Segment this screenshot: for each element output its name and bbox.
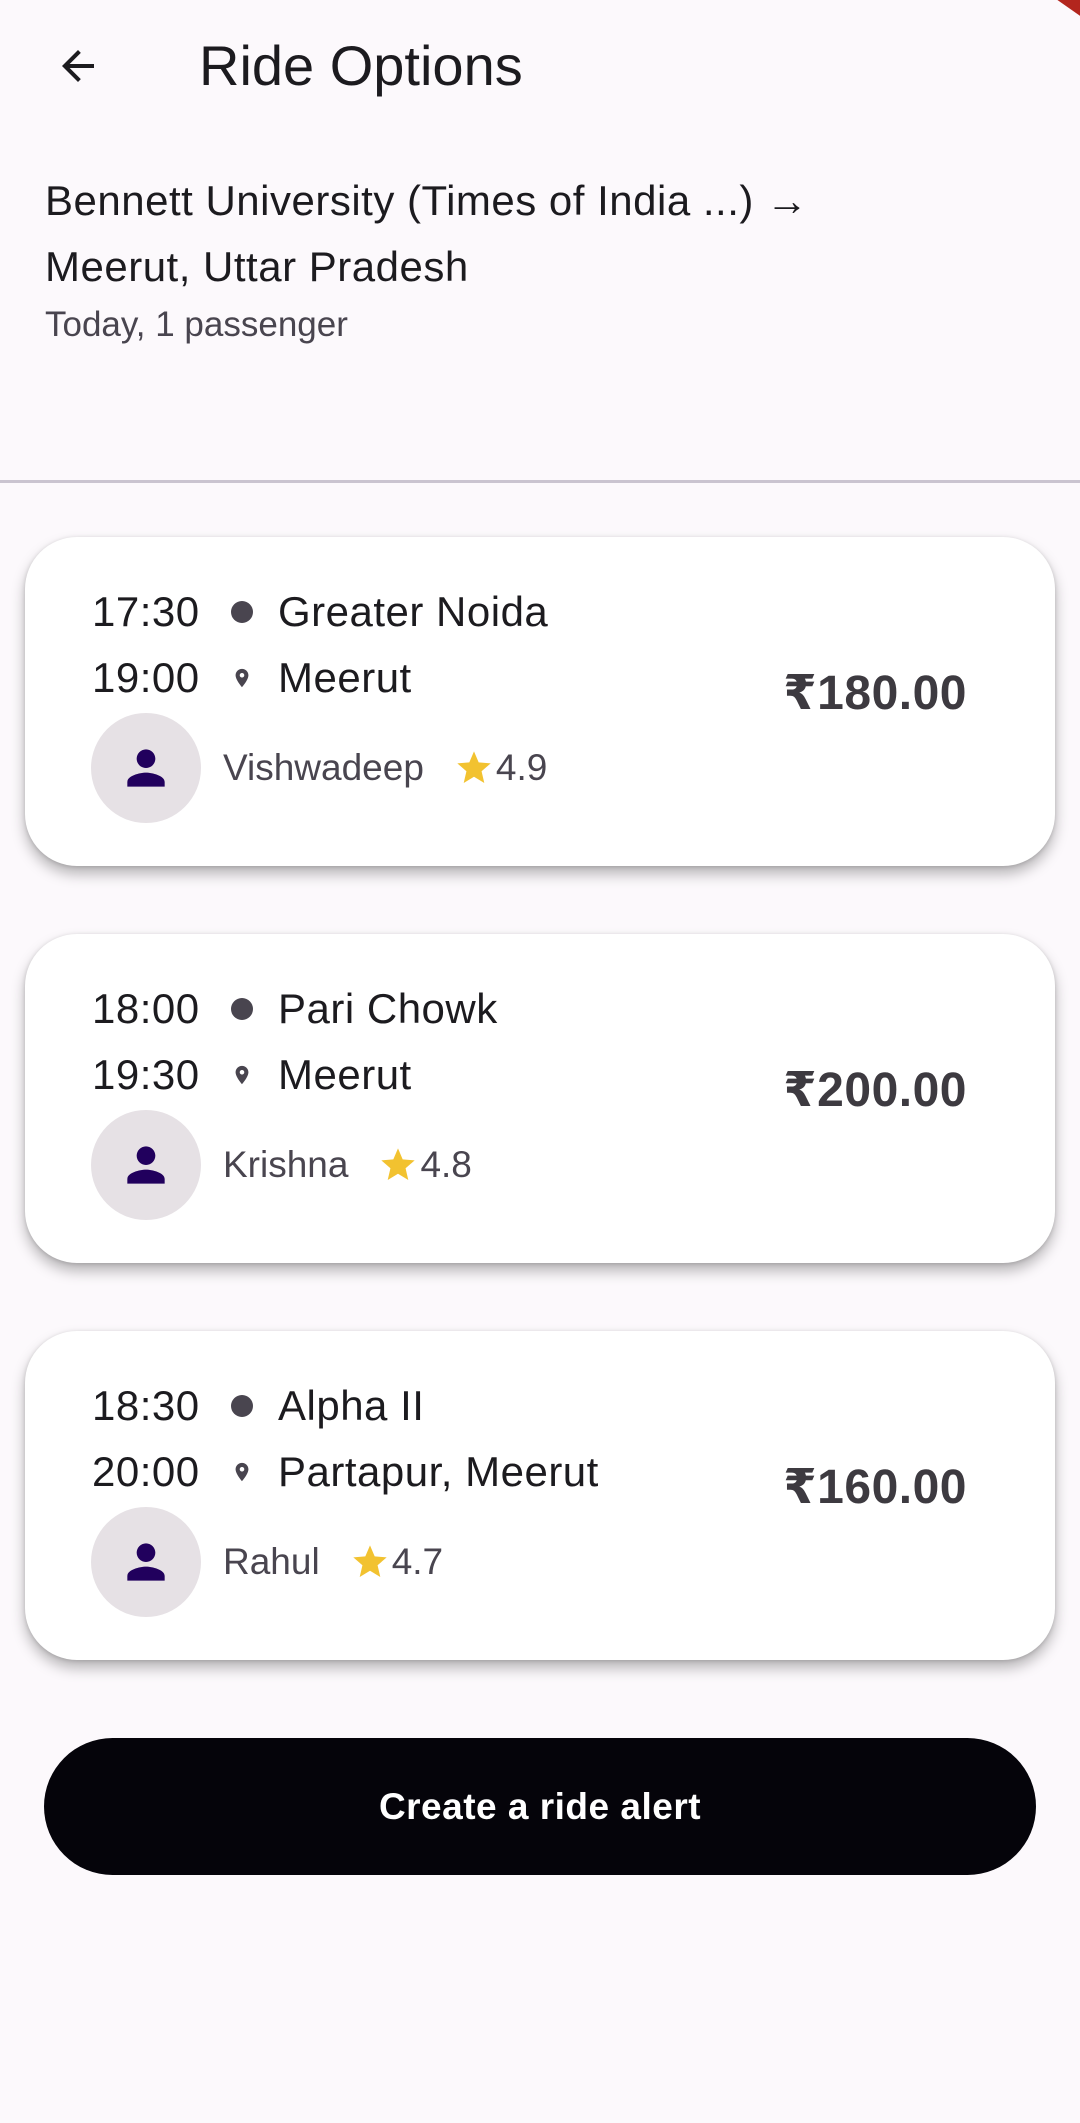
divider: [0, 480, 1080, 483]
departure-row: 18:30 Alpha II: [92, 1376, 424, 1436]
arrival-row: 19:00 Meerut: [92, 648, 412, 708]
person-icon: [127, 749, 165, 787]
star-icon: [457, 751, 491, 783]
origin-dot-icon: [212, 1394, 272, 1418]
app-bar: Ride Options: [0, 0, 1080, 130]
ride-card[interactable]: 18:00 Pari Chowk 19:30 Meerut Krishna 4.…: [25, 934, 1055, 1263]
arrow-left-icon: [62, 50, 94, 82]
departure-place: Alpha II: [278, 1382, 425, 1429]
location-pin-icon: [212, 1459, 272, 1485]
ride-list: 17:30 Greater Noida 19:00 Meerut Vishwad…: [25, 537, 1055, 1728]
arrival-row: 20:00 Partapur, Meerut: [92, 1442, 599, 1502]
driver-info: Vishwadeep 4.9: [91, 712, 547, 824]
create-ride-alert-button[interactable]: Create a ride alert: [44, 1738, 1036, 1875]
person-icon: [127, 1543, 165, 1581]
back-button[interactable]: [38, 30, 118, 102]
driver-info: Krishna 4.8: [91, 1109, 472, 1221]
departure-time: 18:30: [92, 1382, 200, 1429]
origin-dot-icon: [212, 600, 272, 624]
route-origin-line: Bennett University (Times of India ...) …: [45, 177, 809, 224]
driver-rating: 4.9: [454, 747, 547, 789]
arrival-place: Partapur, Meerut: [278, 1448, 599, 1495]
ride-price: ₹200.00: [783, 1064, 967, 1117]
origin-dot-icon: [212, 997, 272, 1021]
departure-time: 17:30: [92, 588, 200, 635]
avatar: [91, 1507, 201, 1617]
location-pin-icon: [212, 1062, 272, 1088]
driver-name: Krishna: [223, 1144, 349, 1185]
avatar: [91, 713, 201, 823]
arrival-row: 19:30 Meerut: [92, 1045, 412, 1105]
arrival-time: 19:30: [92, 1051, 200, 1098]
driver-name: Vishwadeep: [223, 747, 424, 788]
ride-card[interactable]: 17:30 Greater Noida 19:00 Meerut Vishwad…: [25, 537, 1055, 866]
rating-value: 4.9: [495, 747, 548, 788]
person-icon: [127, 1146, 165, 1184]
driver-info: Rahul 4.7: [91, 1506, 443, 1618]
avatar: [91, 1110, 201, 1220]
star-icon: [353, 1545, 387, 1577]
arrival-place: Meerut: [278, 1051, 412, 1098]
departure-row: 17:30 Greater Noida: [92, 582, 548, 642]
arrival-time: 20:00: [92, 1448, 200, 1495]
driver-rating: 4.8: [378, 1144, 472, 1186]
departure-place: Pari Chowk: [278, 985, 498, 1032]
route-destination-line: Meerut, Uttar Pradesh: [45, 243, 469, 290]
rating-value: 4.8: [420, 1144, 472, 1185]
departure-place: Greater Noida: [278, 588, 549, 635]
location-pin-icon: [212, 665, 272, 691]
departure-time: 18:00: [92, 985, 200, 1032]
arrival-time: 19:00: [92, 654, 200, 701]
ride-price: ₹160.00: [783, 1461, 967, 1514]
driver-rating: 4.7: [350, 1541, 443, 1583]
arrival-place: Meerut: [278, 654, 412, 701]
driver-name: Rahul: [223, 1541, 320, 1582]
rating-value: 4.7: [391, 1541, 444, 1582]
page-title: Ride Options: [199, 34, 523, 97]
star-icon: [381, 1148, 416, 1180]
route-summary: Bennett University (Times of India ...) …: [45, 168, 1035, 350]
ride-card[interactable]: 18:30 Alpha II 20:00 Partapur, Meerut Ra…: [25, 1331, 1055, 1660]
departure-row: 18:00 Pari Chowk: [92, 979, 498, 1039]
ride-price: ₹180.00: [783, 667, 967, 720]
trip-meta: Today, 1 passenger: [45, 305, 348, 344]
